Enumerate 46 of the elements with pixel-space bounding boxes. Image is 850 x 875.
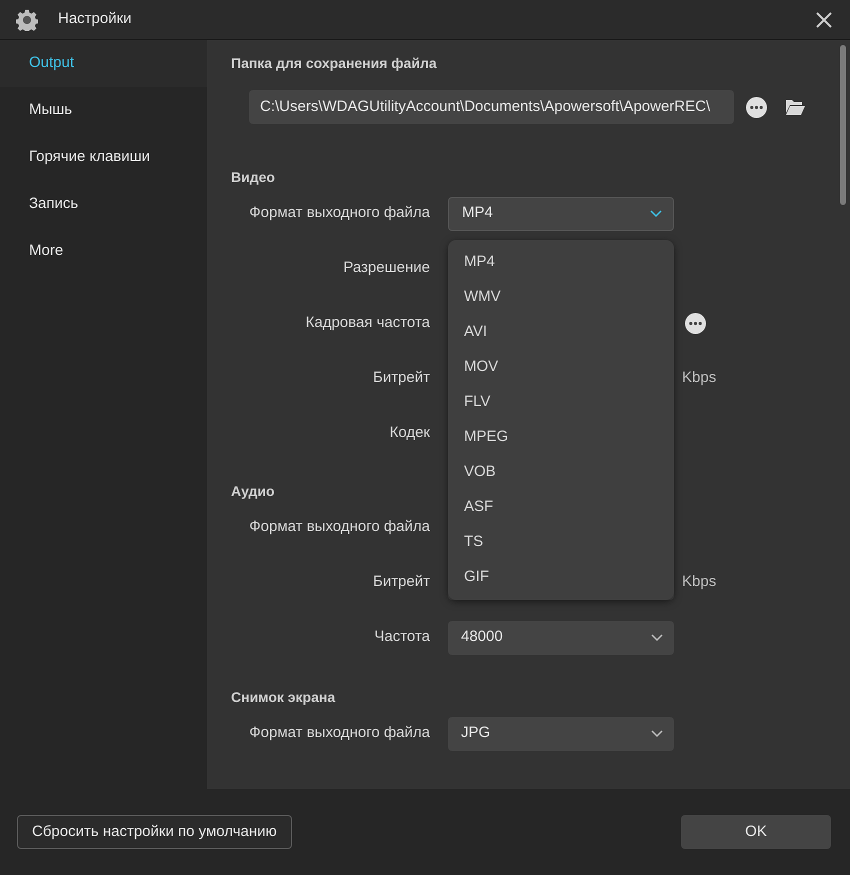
dropdown-option[interactable]: MOV: [448, 350, 674, 385]
chevron-down-icon: [651, 730, 663, 738]
sidebar-item[interactable]: Output: [0, 40, 207, 87]
folder-path-field[interactable]: C:\Users\WDAGUtilityAccount\Documents\Apowersoft\ApowerREC\: [249, 90, 734, 124]
field-label: Битрейт: [372, 572, 430, 592]
unit-label: Kbps: [682, 368, 716, 388]
ok-button[interactable]: OK: [681, 815, 831, 849]
format-select[interactable]: JPG: [448, 716, 674, 750]
sidebar-item[interactable]: Мышь: [0, 87, 207, 134]
sidebar-item[interactable]: Запись: [0, 181, 207, 228]
field-label: Разрешение: [342, 258, 430, 278]
folder-icon[interactable]: [785, 98, 806, 116]
section-title: Папка для сохранения файла: [231, 54, 438, 73]
format-select[interactable]: 48000: [448, 620, 674, 654]
more-icon[interactable]: [685, 313, 706, 334]
section-title: Видео: [231, 168, 276, 187]
field-label: Формат выходного файла: [248, 203, 430, 224]
field-label: Частота: [373, 627, 430, 648]
window-title: Настройки: [58, 9, 132, 30]
format-select[interactable]: MP4: [448, 196, 674, 230]
gear-icon: [16, 8, 38, 30]
scrollbar[interactable]: [840, 45, 846, 205]
dropdown-option[interactable]: GIF: [448, 560, 674, 595]
section-title: Снимок экрана: [231, 688, 336, 707]
dropdown-option[interactable]: MP4: [448, 245, 674, 280]
field-label: Формат выходного файла: [248, 723, 430, 744]
more-icon[interactable]: [746, 96, 767, 118]
dropdown-option[interactable]: AVI: [448, 315, 674, 350]
field-label: Битрейт: [372, 368, 430, 388]
field-label: Кодек: [388, 423, 430, 444]
chevron-down-icon: [650, 210, 662, 218]
sidebar-item[interactable]: More: [0, 228, 207, 275]
sidebar-item[interactable]: Горячие клавиши: [0, 134, 207, 181]
dropdown-option[interactable]: FLV: [448, 385, 674, 420]
section-title: Аудио: [231, 482, 276, 501]
dropdown-option[interactable]: VOB: [448, 455, 674, 490]
dropdown-option[interactable]: ASF: [448, 490, 674, 525]
dropdown-option[interactable]: TS: [448, 525, 674, 560]
dropdown-option[interactable]: MPEG: [448, 420, 674, 455]
field-label: Формат выходного файла: [248, 517, 430, 538]
unit-label: Kbps: [682, 572, 716, 592]
close-icon[interactable]: [815, 10, 833, 28]
field-label: Кадровая частота: [304, 313, 430, 334]
chevron-down-icon: [651, 634, 663, 642]
dropdown-option[interactable]: WMV: [448, 280, 674, 315]
reset-button[interactable]: Сбросить настройки по умолчанию: [17, 815, 292, 849]
